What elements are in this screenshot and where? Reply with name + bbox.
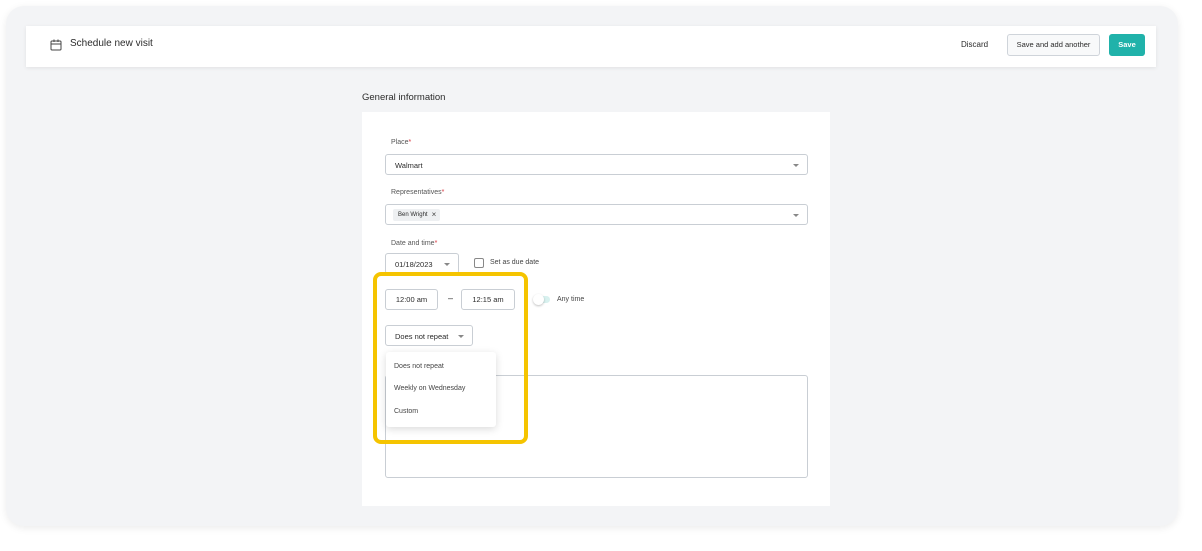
repeat-dropdown-menu: Does not repeat Weekly on Wednesday Cust…: [386, 352, 496, 427]
repeat-option-weekly[interactable]: Weekly on Wednesday: [394, 385, 465, 392]
representatives-select[interactable]: Ben Wright ×: [385, 204, 808, 225]
toggle-knob: [533, 294, 544, 305]
section-title: General information: [362, 92, 446, 103]
required-mark: *: [408, 139, 412, 146]
end-time-input[interactable]: 12:15 am: [461, 289, 515, 310]
due-date-label: Set as due date: [490, 259, 540, 266]
place-select[interactable]: Walmart: [385, 154, 808, 175]
repeat-select[interactable]: Does not repeat: [385, 325, 473, 346]
representatives-label-text: Representatives: [391, 189, 442, 196]
app-window: Schedule new visit Discard Save and add …: [6, 6, 1178, 526]
any-time-label: Any time: [557, 296, 585, 303]
time-separator: –: [448, 293, 454, 303]
required-mark: *: [434, 240, 438, 247]
representative-chip: Ben Wright ×: [393, 209, 441, 221]
representatives-label: Representatives*: [391, 189, 444, 196]
calendar-icon: [50, 39, 62, 51]
discard-button[interactable]: Discard: [961, 40, 988, 49]
repeat-value: Does not repeat: [395, 332, 449, 341]
place-value: Walmart: [395, 161, 423, 170]
page-title: Schedule new visit: [70, 38, 153, 49]
date-picker[interactable]: 01/18/2023: [385, 253, 459, 274]
date-value: 01/18/2023: [395, 260, 433, 269]
save-and-add-another-button[interactable]: Save and add another: [1007, 34, 1100, 56]
save-button[interactable]: Save: [1109, 34, 1145, 56]
repeat-option-custom[interactable]: Custom: [394, 408, 418, 415]
chevron-down-icon: [444, 263, 450, 266]
place-label: Place*: [391, 139, 411, 146]
required-mark: *: [441, 189, 445, 196]
due-date-checkbox[interactable]: [474, 258, 484, 268]
chevron-down-icon: [458, 335, 464, 338]
repeat-option-does-not-repeat[interactable]: Does not repeat: [394, 363, 444, 370]
chevron-down-icon: [793, 164, 799, 167]
place-label-text: Place: [391, 139, 409, 146]
top-bar: Schedule new visit Discard Save and add …: [26, 26, 1156, 67]
representative-chip-label: Ben Wright: [398, 212, 428, 218]
date-time-label-text: Date and time: [391, 240, 435, 247]
start-time-input[interactable]: 12:00 am: [385, 289, 438, 310]
remove-chip-icon[interactable]: ×: [432, 210, 437, 220]
general-info-card: Place* Walmart Representatives* Ben Wrig…: [362, 112, 830, 506]
any-time-toggle[interactable]: [533, 294, 550, 305]
chevron-down-icon: [793, 214, 799, 217]
date-time-label: Date and time*: [391, 240, 437, 247]
